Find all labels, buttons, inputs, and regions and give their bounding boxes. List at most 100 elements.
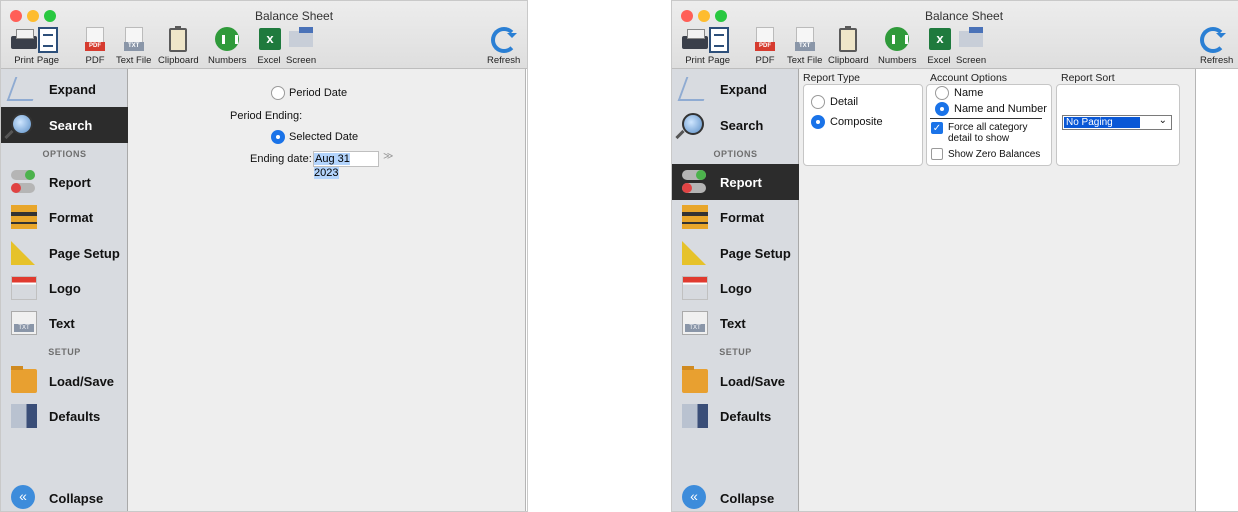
text-file-button[interactable]: TXT Text File bbox=[787, 27, 822, 67]
sidebar-item-defaults[interactable]: Defaults bbox=[1, 398, 128, 434]
pdf-button[interactable]: PDF PDF bbox=[752, 27, 778, 67]
toggle-switch-icon bbox=[11, 170, 37, 194]
sidebar-item-report[interactable]: Report bbox=[1, 164, 128, 200]
minimize-window-button[interactable] bbox=[27, 10, 39, 22]
refresh-button[interactable]: Refresh bbox=[487, 27, 520, 67]
text-file-icon: TXT bbox=[792, 27, 818, 53]
close-window-button[interactable] bbox=[10, 10, 22, 22]
folder-icon bbox=[11, 366, 37, 393]
setup-section-header: SETUP bbox=[48, 347, 81, 357]
excel-button[interactable]: x Excel bbox=[926, 27, 952, 67]
ending-date-field[interactable]: Aug 31 2023 bbox=[313, 151, 379, 179]
sidebar-item-logo[interactable]: Logo bbox=[672, 270, 799, 306]
sidebar-item-search[interactable]: Search bbox=[1, 107, 128, 143]
numbers-button[interactable]: Numbers bbox=[878, 27, 917, 67]
report-type-group: Detail Composite bbox=[803, 84, 923, 166]
sidebar-item-expand[interactable]: Expand bbox=[672, 71, 799, 107]
clipboard-button[interactable]: Clipboard bbox=[158, 26, 199, 67]
options-section-header: OPTIONS bbox=[713, 149, 758, 159]
page-button[interactable]: Page bbox=[35, 27, 61, 67]
format-ruler-icon bbox=[11, 205, 37, 229]
numbers-icon bbox=[214, 27, 240, 53]
detail-radio[interactable] bbox=[811, 95, 825, 109]
sidebar-item-format[interactable]: Format bbox=[1, 199, 128, 235]
text-file-icon bbox=[682, 311, 708, 335]
page-icon bbox=[35, 27, 61, 53]
selected-date-radio[interactable] bbox=[271, 130, 285, 144]
sidebar-item-text[interactable]: Text bbox=[1, 305, 128, 341]
period-date-radio[interactable] bbox=[271, 86, 285, 100]
report-sort-group: No Paging ⌄ bbox=[1056, 84, 1180, 166]
show-zero-balances-label: Show Zero Balances bbox=[948, 149, 1041, 160]
screen-button[interactable]: Screen bbox=[286, 27, 316, 67]
magnifier-icon bbox=[11, 113, 33, 135]
numbers-icon bbox=[884, 27, 910, 53]
format-ruler-icon bbox=[682, 205, 708, 229]
excel-icon: x bbox=[926, 27, 952, 53]
force-detail-label: Force all category detail to show bbox=[948, 122, 1028, 144]
screen-button[interactable]: Screen bbox=[956, 27, 986, 67]
name-radio[interactable] bbox=[935, 86, 949, 100]
composite-radio[interactable] bbox=[811, 115, 825, 129]
sidebar-item-expand[interactable]: Expand bbox=[1, 71, 128, 107]
show-zero-balances-checkbox[interactable] bbox=[931, 148, 943, 160]
name-and-number-radio[interactable] bbox=[935, 102, 949, 116]
screen-icon bbox=[958, 27, 984, 53]
sidebar-item-collapse[interactable]: « Collapse bbox=[1, 481, 128, 511]
folder-icon bbox=[682, 366, 708, 393]
clipboard-icon bbox=[165, 26, 191, 53]
text-file-icon: TXT bbox=[121, 27, 147, 53]
page-button[interactable]: Page bbox=[706, 27, 732, 67]
excel-button[interactable]: x Excel bbox=[256, 27, 282, 67]
composite-label: Composite bbox=[830, 116, 883, 128]
report-sort-title: Report Sort bbox=[1061, 72, 1115, 84]
period-date-label: Period Date bbox=[289, 87, 348, 99]
sidebar-item-logo[interactable]: Logo bbox=[1, 270, 128, 306]
page-icon bbox=[706, 27, 732, 53]
sidebar-item-report[interactable]: Report bbox=[672, 164, 799, 200]
printer-icon bbox=[11, 27, 37, 53]
close-window-button[interactable] bbox=[681, 10, 693, 22]
double-chevron-left-icon: « bbox=[682, 485, 706, 509]
printer-icon bbox=[682, 27, 708, 53]
balance-sheet-window-search: Balance Sheet Print Page PDF PDF TXT Tex… bbox=[0, 0, 528, 512]
force-detail-checkbox[interactable]: ✓ bbox=[931, 122, 943, 134]
clipboard-button[interactable]: Clipboard bbox=[828, 26, 869, 67]
print-button[interactable]: Print bbox=[11, 27, 37, 67]
window-title: Balance Sheet bbox=[255, 9, 334, 23]
minimize-window-button[interactable] bbox=[698, 10, 710, 22]
sidebar-item-collapse[interactable]: « Collapse bbox=[672, 481, 799, 511]
sidebar-item-search[interactable]: Search bbox=[672, 107, 799, 143]
sidebar-item-page-setup[interactable]: Page Setup bbox=[1, 235, 128, 271]
sidebar-item-load-save[interactable]: Load/Save bbox=[672, 363, 799, 399]
report-sort-select[interactable]: No Paging ⌄ bbox=[1062, 115, 1172, 130]
triangle-ruler-icon bbox=[11, 241, 35, 265]
title-bar: Balance Sheet Print Page PDF PDF TXT Tex… bbox=[1, 1, 527, 69]
refresh-icon bbox=[490, 27, 517, 53]
pdf-button[interactable]: PDF PDF bbox=[82, 27, 108, 67]
sidebar-item-format[interactable]: Format bbox=[672, 199, 799, 235]
name-label: Name bbox=[954, 87, 984, 99]
setup-section-header: SETUP bbox=[719, 347, 752, 357]
sidebar: Expand Search OPTIONS Report Format Page… bbox=[1, 69, 128, 511]
sidebar-item-page-setup[interactable]: Page Setup bbox=[672, 235, 799, 271]
triangle-ruler-icon bbox=[682, 241, 706, 265]
text-file-icon bbox=[11, 311, 37, 335]
ending-date-label: Ending date: bbox=[250, 153, 312, 165]
numbers-button[interactable]: Numbers bbox=[208, 27, 247, 67]
zoom-window-button[interactable] bbox=[44, 10, 56, 22]
text-file-button[interactable]: TXT Text File bbox=[116, 27, 151, 67]
report-type-title: Report Type bbox=[803, 72, 861, 84]
print-button[interactable]: Print bbox=[682, 27, 708, 67]
clipboard-icon bbox=[835, 26, 861, 53]
zoom-window-button[interactable] bbox=[715, 10, 727, 22]
factory-icon bbox=[682, 404, 708, 428]
sidebar-item-text[interactable]: Text bbox=[672, 305, 799, 341]
sidebar-item-load-save[interactable]: Load/Save bbox=[1, 363, 128, 399]
date-stepper-icon[interactable]: ≫ bbox=[383, 151, 393, 162]
logo-icon bbox=[11, 276, 37, 300]
account-options-group: Name Name and Number ✓ Force all categor… bbox=[926, 84, 1052, 166]
selected-date-label: Selected Date bbox=[289, 131, 359, 143]
refresh-button[interactable]: Refresh bbox=[1200, 27, 1233, 67]
sidebar-item-defaults[interactable]: Defaults bbox=[672, 398, 799, 434]
